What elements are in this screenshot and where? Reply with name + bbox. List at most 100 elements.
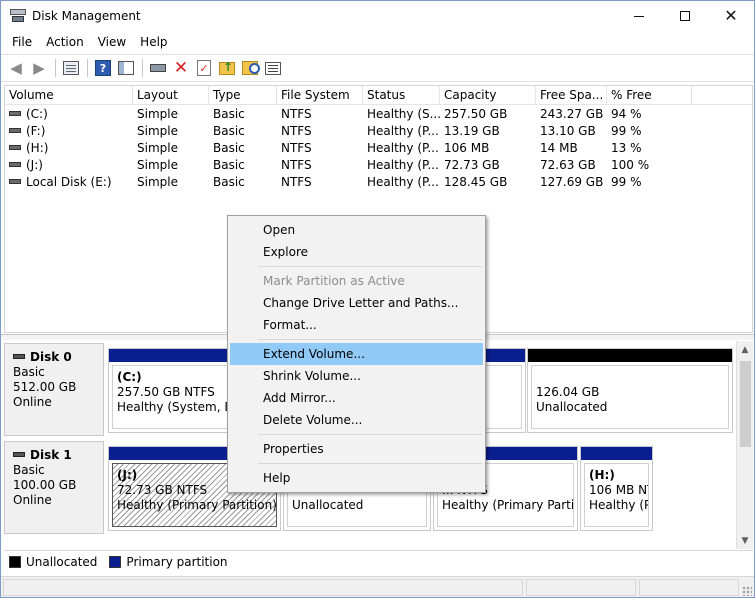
table-row[interactable]: Local Disk (E:) Simple Basic NTFS Healthy (P… bbox=[5, 174, 752, 191]
menu-action[interactable]: Action bbox=[39, 31, 91, 53]
menu-separator bbox=[258, 463, 482, 464]
toolbar-separator bbox=[87, 59, 88, 77]
close-button[interactable]: ✕ bbox=[708, 1, 754, 31]
menu-item-extend-volume[interactable]: Extend Volume... bbox=[230, 343, 483, 365]
partition-status: Healthy (Primary Partitio bbox=[442, 498, 574, 512]
maximize-button[interactable] bbox=[662, 1, 708, 31]
explore-button[interactable] bbox=[239, 57, 261, 79]
back-button[interactable]: ◀ bbox=[5, 57, 27, 79]
menu-item-format[interactable]: Format... bbox=[230, 314, 483, 336]
unallocated-swatch bbox=[9, 556, 21, 568]
cell-capacity: 106 MB bbox=[444, 141, 490, 155]
disk-type: Basic bbox=[13, 365, 45, 379]
menu-item-help[interactable]: Help bbox=[230, 467, 483, 489]
scroll-up-arrow-icon[interactable]: ▲ bbox=[737, 341, 753, 358]
menu-item-open[interactable]: Open bbox=[230, 219, 483, 241]
menu-item-shrink-volume[interactable]: Shrink Volume... bbox=[230, 365, 483, 387]
cell-volume: (C:) bbox=[5, 106, 133, 123]
cell-free-space: 72.63 GB bbox=[540, 158, 596, 172]
cell-file-system: NTFS bbox=[281, 158, 312, 172]
menu-item-explore[interactable]: Explore bbox=[230, 241, 483, 263]
minimize-button[interactable] bbox=[616, 1, 662, 31]
cell-capacity: 257.50 GB bbox=[444, 107, 508, 121]
disk-1-label[interactable]: Disk 1 Basic 100.00 GB Online bbox=[4, 441, 104, 534]
window-controls: ✕ bbox=[616, 1, 754, 31]
partition-name: (H:) bbox=[589, 468, 615, 482]
column-header-file-system[interactable]: File System bbox=[277, 86, 363, 105]
resize-grip-icon[interactable] bbox=[742, 586, 752, 596]
volume-icon bbox=[9, 162, 21, 167]
scroll-down-arrow-icon[interactable]: ▼ bbox=[737, 532, 753, 549]
column-header-capacity[interactable]: Capacity bbox=[440, 86, 536, 105]
properties-button[interactable] bbox=[262, 57, 284, 79]
menu-item-delete-volume[interactable]: Delete Volume... bbox=[230, 409, 483, 431]
table-row[interactable]: (H:) Simple Basic NTFS Healthy (P... 106 MB 14… bbox=[5, 140, 752, 157]
delete-button[interactable]: ✕ bbox=[170, 57, 192, 79]
forward-arrow-icon: ▶ bbox=[33, 59, 45, 77]
cell-volume: (F:) bbox=[5, 123, 133, 140]
show-action-pane-button[interactable] bbox=[115, 57, 137, 79]
cell-status: Healthy (P... bbox=[367, 158, 439, 172]
cell-free-space: 13.10 GB bbox=[540, 124, 596, 138]
graph-vertical-scrollbar[interactable]: ▲ ▼ bbox=[736, 341, 753, 549]
menu-item-mark-partition-active: Mark Partition as Active bbox=[263, 274, 405, 288]
column-header-volume[interactable]: Volume bbox=[5, 86, 133, 105]
column-header-status[interactable]: Status bbox=[363, 86, 440, 105]
console-tree-icon bbox=[63, 61, 79, 75]
cell-type: Basic bbox=[213, 141, 245, 155]
column-header-percent-free[interactable]: % Free bbox=[607, 86, 692, 105]
menu-bar: File Action View Help bbox=[1, 31, 754, 53]
cell-layout: Simple bbox=[137, 141, 178, 155]
show-console-tree-button[interactable] bbox=[60, 57, 82, 79]
scroll-thumb[interactable] bbox=[740, 361, 751, 447]
primary-partition-bar bbox=[581, 447, 652, 460]
volume-name: (H:) bbox=[26, 141, 49, 155]
column-header-free-space[interactable]: Free Spa... bbox=[536, 86, 607, 105]
menu-item-change-drive-letter[interactable]: Change Drive Letter and Paths... bbox=[230, 292, 483, 314]
close-icon: ✕ bbox=[724, 6, 738, 25]
cell-status: Healthy (P... bbox=[367, 141, 439, 155]
status-segment bbox=[639, 579, 739, 596]
cell-layout: Simple bbox=[137, 124, 178, 138]
table-row[interactable]: (C:) Simple Basic NTFS Healthy (S... 257.50 G… bbox=[5, 106, 752, 123]
volume-name: Local Disk (E:) bbox=[26, 175, 112, 189]
partition-status: Unallocated bbox=[292, 498, 364, 512]
menu-view[interactable]: View bbox=[91, 31, 133, 53]
menu-item-add-mirror[interactable]: Add Mirror... bbox=[230, 387, 483, 409]
partition-disk0-unallocated[interactable]: 126.04 GB Unallocated bbox=[527, 348, 733, 433]
menu-file[interactable]: File bbox=[5, 31, 39, 53]
table-row[interactable]: (F:) Simple Basic NTFS Healthy (P... 13.19 GB… bbox=[5, 123, 752, 140]
properties-icon bbox=[265, 61, 281, 75]
partition-h[interactable]: (H:) 106 MB NTFS Healthy (Pr bbox=[580, 446, 653, 531]
partition-info: 106 MB NTFS bbox=[589, 483, 648, 497]
toolbar-separator bbox=[55, 59, 56, 77]
open-button[interactable] bbox=[216, 57, 238, 79]
disk-management-window: Disk Management ✕ File Action View Help … bbox=[0, 0, 755, 598]
forward-button[interactable]: ▶ bbox=[28, 57, 50, 79]
unallocated-bar bbox=[528, 349, 732, 362]
column-header-type[interactable]: Type bbox=[209, 86, 277, 105]
menu-help[interactable]: Help bbox=[133, 31, 174, 53]
cell-status: Healthy (P... bbox=[367, 124, 439, 138]
help-button[interactable]: ? bbox=[92, 57, 114, 79]
check-button[interactable]: ✓ bbox=[193, 57, 215, 79]
legend: Unallocated Primary partition bbox=[4, 550, 753, 573]
menu-separator bbox=[258, 339, 482, 340]
volume-icon bbox=[9, 111, 21, 116]
connect-disk-button[interactable] bbox=[147, 57, 169, 79]
check-disk-icon: ✓ bbox=[197, 60, 211, 76]
disk-0-label[interactable]: Disk 0 Basic 512.00 GB Online bbox=[4, 343, 104, 436]
menu-item-properties[interactable]: Properties bbox=[230, 438, 483, 460]
cell-type: Basic bbox=[213, 107, 245, 121]
cell-free-space: 243.27 GB bbox=[540, 107, 604, 121]
disk-icon bbox=[13, 452, 25, 457]
open-folder-icon bbox=[219, 60, 235, 75]
volume-icon bbox=[9, 179, 21, 184]
cell-percent-free: 13 % bbox=[611, 141, 642, 155]
cell-file-system: NTFS bbox=[281, 107, 312, 121]
cell-percent-free: 99 % bbox=[611, 124, 642, 138]
disk-icon bbox=[150, 64, 166, 72]
column-header-layout[interactable]: Layout bbox=[133, 86, 209, 105]
toolbar: ◀ ▶ ? ✕ ✓ bbox=[1, 54, 754, 82]
table-row[interactable]: (J:) Simple Basic NTFS Healthy (P... 72.73 GB… bbox=[5, 157, 752, 174]
